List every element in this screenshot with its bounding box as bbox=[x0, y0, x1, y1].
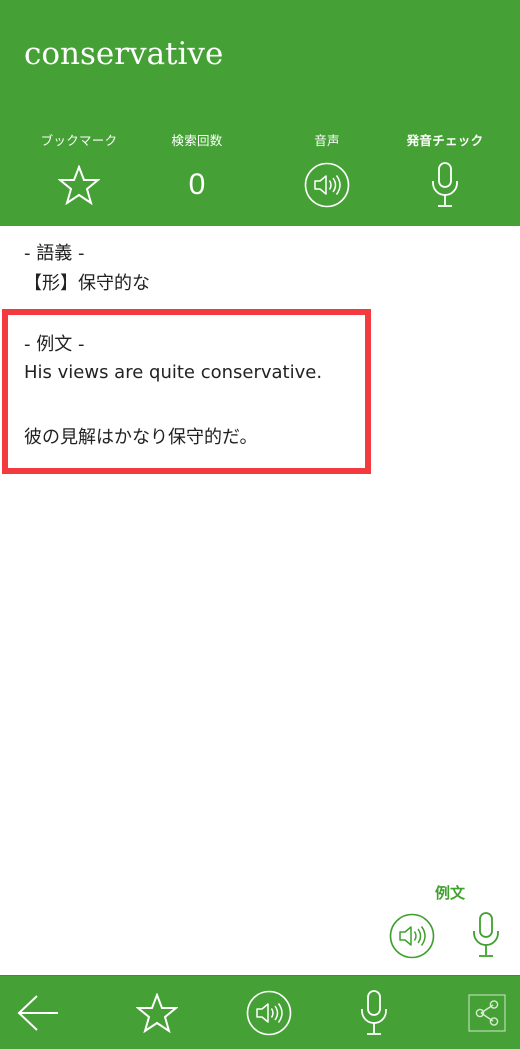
search-count-value: 0 bbox=[188, 168, 206, 201]
microphone-icon bbox=[471, 911, 501, 959]
microphone-icon bbox=[359, 989, 389, 1037]
speaker-icon bbox=[246, 990, 292, 1036]
meaning-title: - 語義 - bbox=[24, 243, 85, 264]
example-speaker-button[interactable] bbox=[388, 912, 436, 960]
example-japanese: 彼の見解はかなり保守的だ。 bbox=[24, 427, 258, 448]
bookmark-stat[interactable]: ブックマーク bbox=[14, 130, 144, 205]
share-button[interactable] bbox=[464, 976, 510, 1049]
meaning-text: 【形】保守的な bbox=[24, 273, 150, 294]
search-count-stat: 検索回数 0 bbox=[132, 130, 262, 201]
star-icon bbox=[136, 993, 178, 1033]
search-count-label: 検索回数 bbox=[171, 133, 223, 148]
word-title: conservative bbox=[24, 36, 224, 72]
sound-button[interactable] bbox=[244, 976, 294, 1049]
microphone-icon[interactable] bbox=[430, 161, 460, 209]
back-button[interactable] bbox=[8, 976, 68, 1049]
star-icon[interactable] bbox=[58, 165, 100, 205]
sound-stat[interactable]: 音声 bbox=[262, 130, 392, 208]
sound-label: 音声 bbox=[314, 133, 340, 148]
bookmark-button[interactable] bbox=[128, 976, 186, 1049]
header: conservative ブックマーク 検索回数 0 音声 発音チェック bbox=[0, 0, 520, 226]
speaker-icon bbox=[389, 913, 435, 959]
back-arrow-icon bbox=[16, 993, 60, 1033]
example-mic-button[interactable] bbox=[468, 910, 504, 960]
example-controls-label: 例文 bbox=[434, 884, 465, 902]
example-english: His views are quite conservative. bbox=[24, 362, 323, 383]
bookmark-label: ブックマーク bbox=[40, 133, 118, 148]
speaker-icon[interactable] bbox=[304, 162, 350, 208]
share-icon bbox=[468, 994, 506, 1032]
mic-button[interactable] bbox=[354, 976, 394, 1049]
bottom-toolbar bbox=[0, 975, 520, 1049]
pronunciation-check-stat[interactable]: 発音チェック bbox=[380, 130, 510, 207]
pronunciation-check-label: 発音チェック bbox=[406, 133, 484, 148]
example-title: - 例文 - bbox=[24, 334, 85, 355]
